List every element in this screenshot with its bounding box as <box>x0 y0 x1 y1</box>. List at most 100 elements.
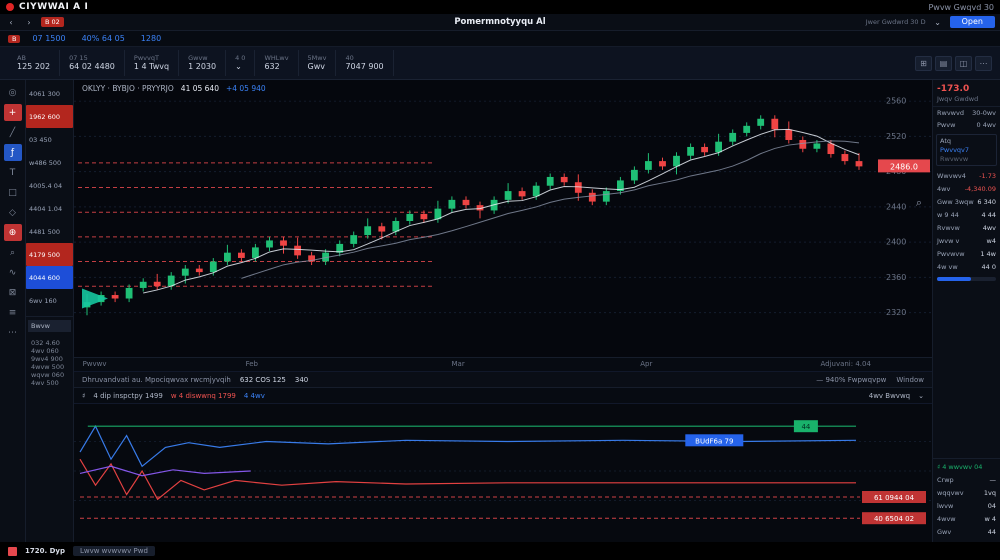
right-lower-row[interactable]: Crwp— <box>933 473 1000 486</box>
indicator-chart[interactable]: 61 0944 0440 6504 02BUdF6a 7944 <box>74 404 932 542</box>
right-meta-value: 0 4wv <box>977 121 997 129</box>
price-level-row[interactable]: 4179 500 <box>26 243 73 266</box>
left-lower-row[interactable]: wqvw 060 <box>28 371 71 379</box>
lock-icon[interactable]: ⊠ <box>4 284 22 301</box>
toolbar-group-value: 632 <box>264 62 288 72</box>
right-meta-row: Pwvw 0 4wv <box>933 119 1000 131</box>
price-level-row[interactable]: 4005.4 04 <box>26 174 73 197</box>
right-lower-row[interactable]: Gwv44 <box>933 525 1000 538</box>
pattern-icon[interactable]: ◇ <box>4 204 22 221</box>
right-stat-value: -1.73 <box>979 172 996 180</box>
layers-icon[interactable]: ≡ <box>4 304 22 321</box>
right-lower-row[interactable]: 4wvww 4 <box>933 512 1000 525</box>
toolbar-group-7[interactable]: 407047 900 <box>336 50 393 76</box>
status-pill[interactable]: Lwvw wvwvwv Pwd <box>73 546 155 556</box>
left-lower-row[interactable]: 4wv 060 <box>28 347 71 355</box>
layout-button-3-icon[interactable]: ⋯ <box>975 56 992 71</box>
progress-bar <box>937 277 996 281</box>
quote-value: 07 1500 <box>32 34 65 43</box>
price-level-row[interactable]: 1962 600 <box>26 105 73 128</box>
right-lower-row[interactable]: wqqvwv1vq <box>933 486 1000 499</box>
cursor-icon[interactable]: ◎ <box>4 84 22 101</box>
price-level-row[interactable]: 4404 1.04 <box>26 197 73 220</box>
right-lower-value: 1vq <box>984 489 996 497</box>
right-panel: -173.0 Jwqv Gwdwd Rwvwvd30-0wvPwvw0 4wv … <box>932 80 1000 542</box>
right-panel-link[interactable]: Pwvvqv7 <box>940 146 993 154</box>
statusbar: 1720. Dyp Lwvw wvwvwv Pwd <box>0 542 1000 560</box>
text-tool-icon[interactable]: T <box>4 164 22 181</box>
right-panel-meta: Rwvwvd30-0wvPwvw0 4wv <box>933 107 1000 131</box>
forward-button[interactable]: › <box>23 18 35 27</box>
right-lower-label: Crwp <box>937 476 954 484</box>
layout-button-2-icon[interactable]: ◫ <box>955 56 972 71</box>
trendline-icon[interactable]: ╱ <box>4 124 22 141</box>
rectangle-icon[interactable]: □ <box>4 184 22 201</box>
target-icon[interactable]: ⊕ <box>4 224 22 241</box>
zoom-tool-icon[interactable]: ⌕ <box>4 244 22 261</box>
right-stat-value: w4 <box>987 237 996 245</box>
indicator-title[interactable]: 4 dip inspctpy 1499 <box>93 392 162 400</box>
price-level-row[interactable]: 4481 500 <box>26 220 73 243</box>
price-level-list: 4061 3001962 60003 450w486 5004005.4 044… <box>26 82 73 312</box>
toolbar-group-4[interactable]: 4 0⌄ <box>226 50 255 76</box>
right-stat-label: 4wv <box>937 185 950 193</box>
price-level-row[interactable]: w486 500 <box>26 151 73 174</box>
window-menu[interactable]: Window <box>896 376 924 384</box>
toolbar-group-0[interactable]: AB125 202 <box>8 50 60 76</box>
right-section-sub: Rwvwvw <box>940 155 993 163</box>
toolbar-group-6[interactable]: 5MwvGwv <box>299 50 337 76</box>
indicator-collapse-icon[interactable]: ⌄ <box>918 392 924 400</box>
left-lower-row[interactable]: 4wvw 500 <box>28 363 71 371</box>
market-chip[interactable]: B <box>8 35 20 43</box>
right-lower-panel: ♯ 4 wwvwv 04 Crwp—wqqvwv1vqlwvw044wvww 4… <box>933 458 1000 542</box>
crosshair-icon[interactable]: + <box>4 104 22 121</box>
right-panel-value: -173.0 <box>937 84 996 94</box>
toolbar-group-5[interactable]: WHLwv632 <box>255 50 298 76</box>
more-icon[interactable]: ⋯ <box>4 324 22 341</box>
svg-text:2486.0: 2486.0 <box>890 162 918 171</box>
quotebar: B 07 150040% 64 051280 <box>0 31 1000 47</box>
fib-retracement-icon[interactable]: ƒ <box>4 144 22 161</box>
chart-change: +4 05 940 <box>226 84 266 93</box>
wave-icon[interactable]: ∿ <box>4 264 22 281</box>
price-level-row[interactable]: 4061 300 <box>26 82 73 105</box>
main-chart-area[interactable]: OKLYY · BYBJO · PRYYRJO 41 05 640 +4 05 … <box>74 80 932 358</box>
left-lower-header[interactable]: Bwvw <box>28 320 71 332</box>
right-lower-header[interactable]: ♯ 4 wwvwv 04 <box>933 461 1000 473</box>
layout-button-0-icon[interactable]: ⊞ <box>915 56 932 71</box>
left-lower-panel: Bwvw 032 4.604wv 0609wv4 9004wvw 500wqvw… <box>26 316 73 390</box>
back-button[interactable]: ‹ <box>5 18 17 27</box>
toolbar-group-1[interactable]: 07 1564 02 4480 <box>60 50 125 76</box>
price-level-row[interactable]: 6wv 160 <box>26 289 73 312</box>
left-lower-row[interactable]: 032 4.60 <box>28 339 71 347</box>
toolbar-group-3[interactable]: Gwvw1 2030 <box>179 50 226 76</box>
open-button[interactable]: Open <box>950 16 995 28</box>
chart-zoom-icon[interactable]: ⌕ <box>916 196 922 210</box>
right-stat-row: 4w vw44 0 <box>933 260 1000 273</box>
candlestick-chart[interactable]: 25602520248024402400236023202486.0 <box>74 80 932 357</box>
tab-chip[interactable]: B 02 <box>41 17 64 27</box>
svg-text:2440: 2440 <box>886 202 906 211</box>
right-stat-row: 4wv-4,340.09 <box>933 182 1000 195</box>
right-lower-value: 04 <box>988 502 996 510</box>
price-level-row[interactable]: 4044 600 <box>26 266 73 289</box>
left-lower-row[interactable]: 4wv 500 <box>28 379 71 387</box>
collapse-button[interactable]: ⌄ <box>932 18 944 27</box>
indicator-settings[interactable]: 4wv Bwvwq <box>869 392 910 400</box>
toolbar-group-value: 1 4 Twvq <box>134 62 169 72</box>
quote-values: 07 150040% 64 051280 <box>32 34 161 43</box>
time-axis[interactable]: PwvwvFebMarAprAdjuvani: 4.04 <box>74 358 932 372</box>
menubar-note: Jwer Gwdwrd 30 D <box>866 18 926 26</box>
right-lower-row[interactable]: lwvw04 <box>933 499 1000 512</box>
right-meta-value: 30-0wv <box>972 109 996 117</box>
price-level-row[interactable]: 03 450 <box>26 128 73 151</box>
layout-button-1-icon[interactable]: ▤ <box>935 56 952 71</box>
right-stat-label: Gww 3wqw <box>937 198 974 206</box>
left-lower-row[interactable]: 9wv4 900 <box>28 355 71 363</box>
right-section-title: Atq <box>940 137 993 145</box>
svg-text:40 6504 02: 40 6504 02 <box>874 515 914 523</box>
right-stat-value: 4 44 <box>982 211 996 219</box>
right-meta-label: Pwvw <box>937 121 955 129</box>
toolbar-group-2[interactable]: PwvvqT1 4 Twvq <box>125 50 179 76</box>
app-logo-icon <box>6 3 14 11</box>
